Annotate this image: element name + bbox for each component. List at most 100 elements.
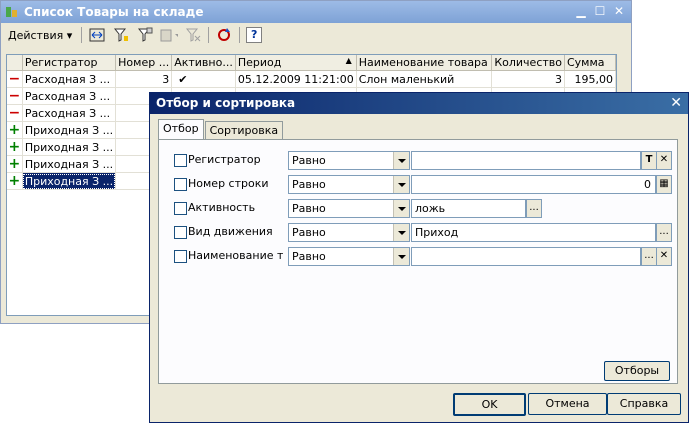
- cell-registrar[interactable]: Приходная З ...: [22, 138, 117, 156]
- comparison-value: Равно: [292, 154, 326, 167]
- filter-history-icon[interactable]: [160, 26, 179, 44]
- help-label: ?: [251, 28, 258, 41]
- list-window-titlebar[interactable]: Список Товары на складе: [1, 1, 631, 23]
- comparison-value: Равно: [292, 178, 326, 191]
- value-input-product-name[interactable]: [411, 247, 641, 266]
- cell-registrar[interactable]: Расходная З ...: [22, 87, 117, 105]
- filter-sort-dialog: Отбор и сортировка ✕ Отбор Сортировка Ре…: [149, 92, 689, 423]
- cell-registrar[interactable]: Расходная З ...: [22, 104, 117, 122]
- comparison-select-registrar[interactable]: Равно: [288, 151, 410, 170]
- cell-registrar[interactable]: Приходная З ...: [22, 172, 117, 190]
- tab-sorting[interactable]: Сортировка: [204, 121, 284, 140]
- filter-settings-icon[interactable]: [136, 26, 154, 44]
- toolbar-separator: [81, 27, 83, 43]
- cell-active[interactable]: ✔: [171, 70, 236, 88]
- help-button[interactable]: ?: [246, 27, 263, 43]
- dropdown-arrow-icon[interactable]: [393, 152, 409, 169]
- header-period[interactable]: Период ▲: [235, 55, 357, 71]
- clear-value-icon[interactable]: ✕: [656, 247, 672, 266]
- calculator-icon[interactable]: ▦: [656, 175, 672, 194]
- tab-filter[interactable]: Отбор: [158, 119, 204, 140]
- dropdown-arrow-icon[interactable]: [393, 224, 409, 241]
- comparison-select-movement-type[interactable]: Равно: [288, 223, 410, 242]
- close-icon[interactable]: ✕: [611, 4, 627, 19]
- header-qty[interactable]: Количество: [491, 55, 565, 71]
- list-window-title: Список Товары на складе: [24, 5, 204, 19]
- comparison-select-line-no[interactable]: Равно: [288, 175, 410, 194]
- toolbar-separator: [208, 27, 210, 43]
- cell-qty[interactable]: 3: [491, 70, 565, 88]
- table-row[interactable]: − Расходная З ... 3 ✔ 05.12.2009 11:21:0…: [7, 70, 617, 88]
- cell-sum[interactable]: 195,00: [564, 70, 617, 88]
- filter-row-registrar: Регистратор Равно T ✕: [164, 150, 672, 170]
- clear-filter-icon[interactable]: [184, 26, 202, 44]
- select-value-button[interactable]: ...: [656, 223, 672, 242]
- cell-period[interactable]: 05.12.2009 11:21:00: [235, 70, 357, 88]
- header-registrar[interactable]: Регистратор: [22, 55, 117, 71]
- cell-line-no[interactable]: 3: [115, 70, 173, 88]
- filter-row-active: Активность Равно ложь ...: [164, 198, 672, 218]
- header-line-no[interactable]: Номер ...: [115, 55, 173, 71]
- receipt-mark-icon: +: [7, 138, 23, 156]
- cell-registrar[interactable]: Расходная З ...: [22, 70, 117, 88]
- filters-button[interactable]: Отборы: [604, 361, 670, 381]
- dialog-tabs: Отбор Сортировка: [158, 119, 284, 140]
- value-text: 0: [644, 178, 651, 191]
- ok-button[interactable]: OK: [453, 393, 526, 416]
- actions-menu-button[interactable]: Действия ▾: [5, 29, 75, 42]
- maximize-icon[interactable]: ☐: [592, 4, 608, 19]
- header-sum[interactable]: Сумма: [564, 55, 617, 71]
- expense-mark-icon: −: [7, 104, 23, 122]
- filter-checkbox-active[interactable]: [174, 202, 187, 215]
- select-type-button[interactable]: T: [641, 151, 657, 170]
- list-toolbar: Действия ▾ ?: [5, 25, 627, 45]
- value-input-movement-type[interactable]: Приход: [411, 223, 656, 242]
- filter-label-movement-type: Вид движения: [188, 225, 273, 238]
- filter-label-registrar: Регистратор: [188, 153, 261, 166]
- cancel-button[interactable]: Отмена: [528, 393, 607, 415]
- filter-checkbox-product-name[interactable]: [174, 250, 187, 263]
- comparison-select-active[interactable]: Равно: [288, 199, 410, 218]
- scroll-to-current-icon[interactable]: [88, 26, 106, 44]
- value-text: ложь: [415, 202, 446, 215]
- minimize-icon[interactable]: ▁: [573, 4, 589, 19]
- filter-by-value-icon[interactable]: [112, 26, 130, 44]
- cell-registrar[interactable]: Приходная З ...: [22, 121, 117, 139]
- value-input-active[interactable]: ложь: [411, 199, 526, 218]
- header-period-label: Период: [237, 56, 282, 69]
- receipt-mark-icon: +: [7, 121, 23, 139]
- dialog-titlebar[interactable]: Отбор и сортировка: [150, 93, 688, 114]
- comparison-value: Равно: [292, 202, 326, 215]
- dropdown-arrow-icon[interactable]: [393, 248, 409, 265]
- filter-label-line-no: Номер строки: [188, 177, 269, 190]
- cell-product[interactable]: Слон маленький: [356, 70, 493, 88]
- comparison-select-product-name[interactable]: Равно: [288, 247, 410, 266]
- value-text: Приход: [415, 226, 459, 239]
- cell-registrar[interactable]: Приходная З ...: [22, 155, 117, 173]
- filter-checkbox-line-no[interactable]: [174, 178, 187, 191]
- comparison-value: Равно: [292, 226, 326, 239]
- refresh-icon[interactable]: [215, 26, 233, 44]
- filter-label-active: Активность: [188, 201, 256, 214]
- filter-label-product-name: Наименование т...: [188, 249, 283, 262]
- filter-checkbox-registrar[interactable]: [174, 154, 187, 167]
- value-input-line-no[interactable]: 0: [411, 175, 656, 194]
- header-mark: [7, 55, 23, 71]
- value-input-registrar[interactable]: [411, 151, 641, 170]
- select-value-button[interactable]: ...: [641, 247, 657, 266]
- dropdown-arrow-icon[interactable]: [393, 200, 409, 217]
- receipt-mark-icon: +: [7, 172, 23, 190]
- help-dialog-button[interactable]: Справка: [607, 393, 681, 415]
- select-value-button[interactable]: ...: [526, 199, 542, 218]
- dropdown-arrow-icon[interactable]: [393, 176, 409, 193]
- app-icon: [5, 5, 19, 19]
- header-product[interactable]: Наименование товара: [356, 55, 493, 71]
- filter-checkbox-movement-type[interactable]: [174, 226, 187, 239]
- dialog-title: Отбор и сортировка: [156, 96, 296, 110]
- dialog-close-icon[interactable]: ✕: [670, 95, 682, 111]
- header-active[interactable]: Активно...: [171, 55, 236, 71]
- filter-row-line-no: Номер строки Равно 0 ▦: [164, 174, 672, 194]
- clear-value-icon[interactable]: ✕: [656, 151, 672, 170]
- filter-panel: Регистратор Равно T ✕ Номер строки Равно…: [158, 139, 678, 384]
- expense-mark-icon: −: [7, 70, 23, 88]
